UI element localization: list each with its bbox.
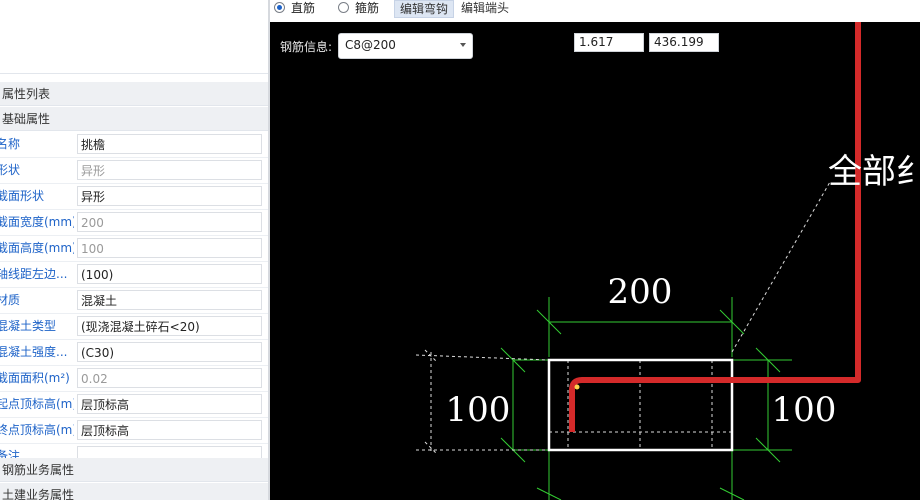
dim-right-height-text: 100 — [772, 390, 837, 430]
rebar-business-title: 钢筋业务属性 — [2, 463, 75, 477]
property-list-title: 属性列表 — [2, 87, 51, 101]
rebar-business-header[interactable]: 钢筋业务属性 — [0, 458, 268, 482]
basic-props-title: 基础属性 — [2, 112, 51, 126]
panel-blank-area — [0, 0, 268, 74]
prop-row-axis-offset: 轴线距左边... (100) — [0, 262, 268, 288]
edit-end-button[interactable]: 编辑端头 — [456, 0, 514, 18]
prop-name: 截面形状 — [0, 189, 45, 203]
property-panel: 属性列表 基础属性 名称 挑檐 形状 异形 截面形状 异形 截面宽度(mm) 2… — [0, 0, 268, 500]
property-list-header[interactable]: 属性列表 — [0, 82, 268, 106]
prop-name: 名称 — [0, 137, 21, 151]
prop-row-section-shape: 截面形状 异形 — [0, 184, 268, 210]
radio-unchecked-icon — [338, 2, 349, 13]
coord-y-field[interactable]: 436.199 — [649, 33, 719, 52]
dashed-guide-top — [415, 354, 550, 361]
prop-name: 截面宽度(mm) — [0, 215, 74, 229]
prop-row-end-elevation: 终点顶标高(m) 层顶标高 — [0, 418, 268, 444]
prop-name: 形状 — [0, 163, 21, 177]
rebar-info-value: C8@200 — [345, 38, 396, 52]
dim-left-height-text: 100 — [446, 390, 511, 430]
prop-row-material: 材质 混凝土 — [0, 288, 268, 314]
prop-value-input[interactable]: (C30) — [77, 342, 262, 362]
rebar-info-label: 钢筋信息: — [280, 40, 333, 54]
prop-row-start-elevation: 起点顶标高(m) 层顶标高 — [0, 392, 268, 418]
prop-name: 混凝土强度... — [0, 345, 68, 359]
prop-value-input[interactable]: 异形 — [77, 186, 262, 206]
radio-straight-label: 直筋 — [291, 1, 316, 15]
coord-x-field[interactable]: 1.617 — [574, 33, 644, 52]
prop-value-input[interactable]: (100) — [77, 264, 262, 284]
prop-value-input: 100 — [77, 238, 262, 258]
radio-straight-bar[interactable]: 直筋 — [274, 0, 315, 20]
rebar-anchor-point — [574, 384, 580, 390]
prop-row-section-area: 截面面积(m²) 0.02 — [0, 366, 268, 392]
prop-name: 混凝土类型 — [0, 319, 57, 333]
prop-row-concrete-strength: 混凝土强度... (C30) — [0, 340, 268, 366]
prop-value-input[interactable]: 挑檐 — [77, 134, 262, 154]
prop-value-input[interactable]: 层顶标高 — [77, 420, 262, 440]
editor-toolbar: 直筋 箍筋 编辑弯钩 编辑端头 — [270, 0, 920, 22]
prop-name: 截面面积(m²) — [0, 371, 70, 385]
prop-name: 轴线距左边... — [0, 267, 68, 281]
prop-row-name: 名称 挑檐 — [0, 132, 268, 158]
prop-value-input: 200 — [77, 212, 262, 232]
dimension-lines — [500, 297, 792, 500]
rebar-info-select[interactable]: C8@200 — [338, 33, 473, 59]
prop-value-input: 异形 — [77, 160, 262, 180]
prop-value-input: 0.02 — [77, 368, 262, 388]
dim-width-text: 200 — [608, 272, 673, 312]
prop-name: 截面高度(mm) — [0, 241, 74, 255]
drawing-canvas[interactable]: 200 100 100 全部纟 钢筋信息: C8@200 1.617 436.1… — [270, 22, 920, 500]
prop-name: 起点顶标高(m) — [0, 397, 74, 411]
section-drawing[interactable]: 200 100 100 全部纟 — [270, 22, 920, 500]
basic-props-header[interactable]: 基础属性 — [0, 107, 268, 131]
civil-business-title: 土建业务属性 — [2, 488, 75, 500]
radio-stirrup-label: 箍筋 — [355, 1, 380, 15]
prop-row-concrete-type: 混凝土类型 (现浇混凝土碎石<20) — [0, 314, 268, 340]
rebar-path — [569, 22, 861, 432]
prop-name: 终点顶标高(m) — [0, 423, 74, 437]
prop-value-input[interactable]: 层顶标高 — [77, 394, 262, 414]
prop-value-input[interactable]: 混凝土 — [77, 290, 262, 310]
annotation-text: 全部纟 — [828, 152, 920, 192]
chevron-down-icon — [460, 43, 466, 47]
prop-row-section-width: 截面宽度(mm) 200 — [0, 210, 268, 236]
prop-name: 材质 — [0, 293, 21, 307]
civil-business-header[interactable]: 土建业务属性 — [0, 483, 268, 500]
prop-value-input[interactable]: (现浇混凝土碎石<20) — [77, 316, 262, 336]
radio-stirrup[interactable]: 箍筋 — [338, 0, 379, 20]
radio-checked-icon — [274, 2, 285, 13]
edit-hook-button[interactable]: 编辑弯钩 — [394, 0, 455, 18]
prop-row-section-height: 截面高度(mm) 100 — [0, 236, 268, 262]
prop-row-shape: 形状 异形 — [0, 158, 268, 184]
leader-line — [731, 181, 831, 353]
property-rows: 名称 挑檐 形状 异形 截面形状 异形 截面宽度(mm) 200 截面高度(mm… — [0, 132, 268, 470]
